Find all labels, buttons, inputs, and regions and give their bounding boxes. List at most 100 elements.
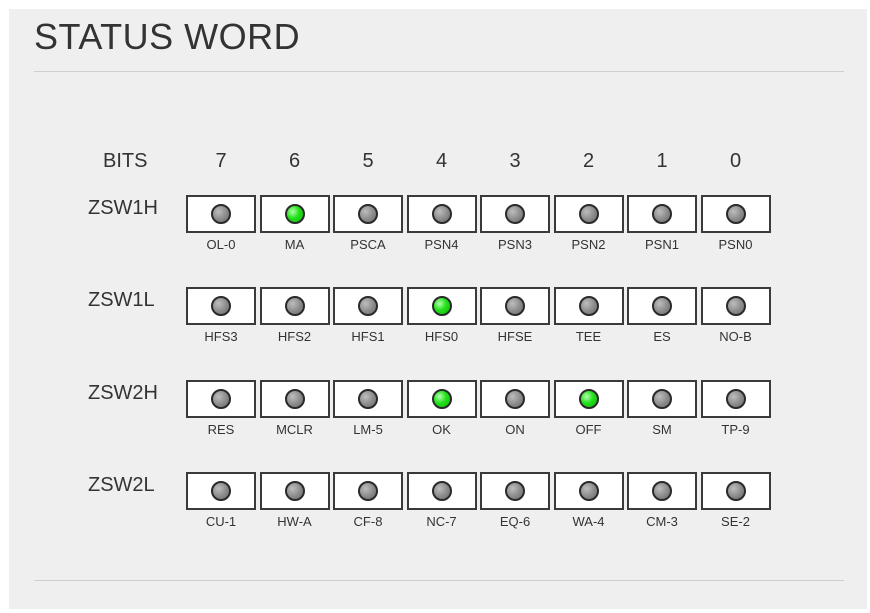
status-bit-cell bbox=[186, 287, 256, 325]
led-off-icon bbox=[211, 389, 231, 409]
status-bit-cell bbox=[333, 195, 403, 233]
bit-label-psn3: PSN3 bbox=[498, 237, 532, 252]
status-bit-cell bbox=[700, 472, 771, 510]
status-bit-cell bbox=[480, 380, 550, 418]
led-off-icon bbox=[652, 296, 672, 316]
led-off-icon bbox=[578, 481, 599, 501]
bit-label-nc-7: NC-7 bbox=[426, 514, 457, 529]
bit-label-es: ES bbox=[653, 329, 671, 344]
led-off-icon bbox=[358, 481, 378, 501]
bit-label-ok: OK bbox=[432, 422, 451, 437]
led-off-icon bbox=[652, 204, 672, 224]
led-off-icon bbox=[211, 481, 231, 501]
status-bit-cell bbox=[700, 380, 771, 418]
status-bit-cell bbox=[480, 472, 550, 510]
bit-label-hfs2: HFS2 bbox=[277, 329, 312, 344]
led-off-icon bbox=[652, 481, 672, 501]
status-bit-cell bbox=[259, 380, 330, 418]
bit-number-6: 6 bbox=[288, 150, 301, 172]
divider-bottom bbox=[34, 580, 844, 581]
bit-label-res: RES bbox=[207, 422, 235, 437]
bit-label-wa-4: WA-4 bbox=[572, 514, 605, 529]
led-off-icon bbox=[284, 389, 305, 409]
row-label-zsw2h: ZSW2H bbox=[88, 382, 158, 404]
led-off-icon bbox=[578, 296, 599, 316]
status-bit-cell bbox=[700, 195, 771, 233]
bit-label-hfs3: HFS3 bbox=[204, 329, 238, 344]
status-bit-cell bbox=[627, 472, 697, 510]
bit-label-cu-1: CU-1 bbox=[205, 514, 237, 529]
status-bit-cell bbox=[627, 195, 697, 233]
bit-label-cf-8: CF-8 bbox=[353, 514, 383, 529]
bit-number-5: 5 bbox=[362, 150, 374, 172]
status-bit-cell bbox=[259, 472, 330, 510]
led-off-icon bbox=[652, 389, 672, 409]
status-bit-cell bbox=[259, 287, 330, 325]
status-bit-cell bbox=[627, 287, 697, 325]
led-off-icon bbox=[211, 296, 231, 316]
bit-label-ma: MA bbox=[284, 237, 305, 252]
bit-label-hfs0: HFS0 bbox=[424, 329, 459, 344]
bit-label-hfse: HFSE bbox=[497, 329, 533, 344]
status-bit-cell bbox=[480, 287, 550, 325]
led-on-icon bbox=[284, 204, 305, 224]
led-off-icon bbox=[358, 296, 378, 316]
bit-number-0: 0 bbox=[729, 150, 742, 172]
row-label-zsw1l: ZSW1L bbox=[88, 289, 155, 311]
status-bit-cell bbox=[259, 195, 330, 233]
status-bit-cell bbox=[480, 195, 550, 233]
status-bit-cell bbox=[553, 287, 624, 325]
bit-label-lm-5: LM-5 bbox=[353, 422, 383, 437]
led-off-icon bbox=[725, 204, 746, 224]
row-label-zsw1h: ZSW1H bbox=[88, 197, 158, 219]
panel-title: STATUS WORD bbox=[34, 16, 301, 57]
bit-label-off: OFF bbox=[575, 422, 602, 437]
status-bit-cell bbox=[700, 287, 771, 325]
led-off-icon bbox=[358, 204, 378, 224]
status-bit-cell bbox=[553, 195, 624, 233]
bit-label-hw-a: HW-A bbox=[277, 514, 312, 529]
led-off-icon bbox=[211, 204, 231, 224]
bit-label-se-2: SE-2 bbox=[721, 514, 750, 529]
led-off-icon bbox=[505, 389, 525, 409]
status-bit-cell bbox=[186, 380, 256, 418]
led-on-icon bbox=[578, 389, 599, 409]
bit-label-tp-9: TP-9 bbox=[721, 422, 750, 437]
bit-label-psn2: PSN2 bbox=[571, 237, 606, 252]
bit-number-2: 2 bbox=[582, 150, 595, 172]
led-off-icon bbox=[358, 389, 378, 409]
bit-label-tee: TEE bbox=[575, 329, 602, 344]
bit-number-1: 1 bbox=[656, 150, 668, 172]
status-bit-cell bbox=[333, 380, 403, 418]
bit-label-ol-0: OL-0 bbox=[206, 237, 236, 252]
bit-number-7: 7 bbox=[215, 150, 227, 172]
bit-label-mclr: MCLR bbox=[276, 422, 313, 437]
led-off-icon bbox=[725, 481, 746, 501]
bit-label-psn1: PSN1 bbox=[645, 237, 679, 252]
status-bit-cell bbox=[627, 380, 697, 418]
bit-label-psca: PSCA bbox=[350, 237, 386, 252]
led-off-icon bbox=[431, 481, 452, 501]
status-bit-cell bbox=[186, 195, 256, 233]
bit-label-cm-3: CM-3 bbox=[646, 514, 678, 529]
status-bit-cell bbox=[553, 380, 624, 418]
bits-header-label: BITS bbox=[103, 150, 148, 172]
bit-label-hfs1: HFS1 bbox=[351, 329, 385, 344]
bit-label-psn4: PSN4 bbox=[424, 237, 459, 252]
led-off-icon bbox=[505, 296, 525, 316]
bit-number-3: 3 bbox=[509, 150, 521, 172]
status-bit-cell bbox=[406, 472, 477, 510]
led-on-icon bbox=[431, 296, 452, 316]
led-off-icon bbox=[725, 389, 746, 409]
bit-number-4: 4 bbox=[435, 150, 448, 172]
led-off-icon bbox=[431, 204, 452, 224]
bit-label-psn0: PSN0 bbox=[718, 237, 753, 252]
bit-label-eq-6: EQ-6 bbox=[499, 514, 531, 529]
status-bit-cell bbox=[333, 472, 403, 510]
status-bit-cell bbox=[553, 472, 624, 510]
led-off-icon bbox=[725, 296, 746, 316]
bit-label-sm: SM bbox=[652, 422, 672, 437]
status-bit-cell bbox=[406, 195, 477, 233]
status-bit-cell bbox=[406, 380, 477, 418]
led-on-icon bbox=[431, 389, 452, 409]
